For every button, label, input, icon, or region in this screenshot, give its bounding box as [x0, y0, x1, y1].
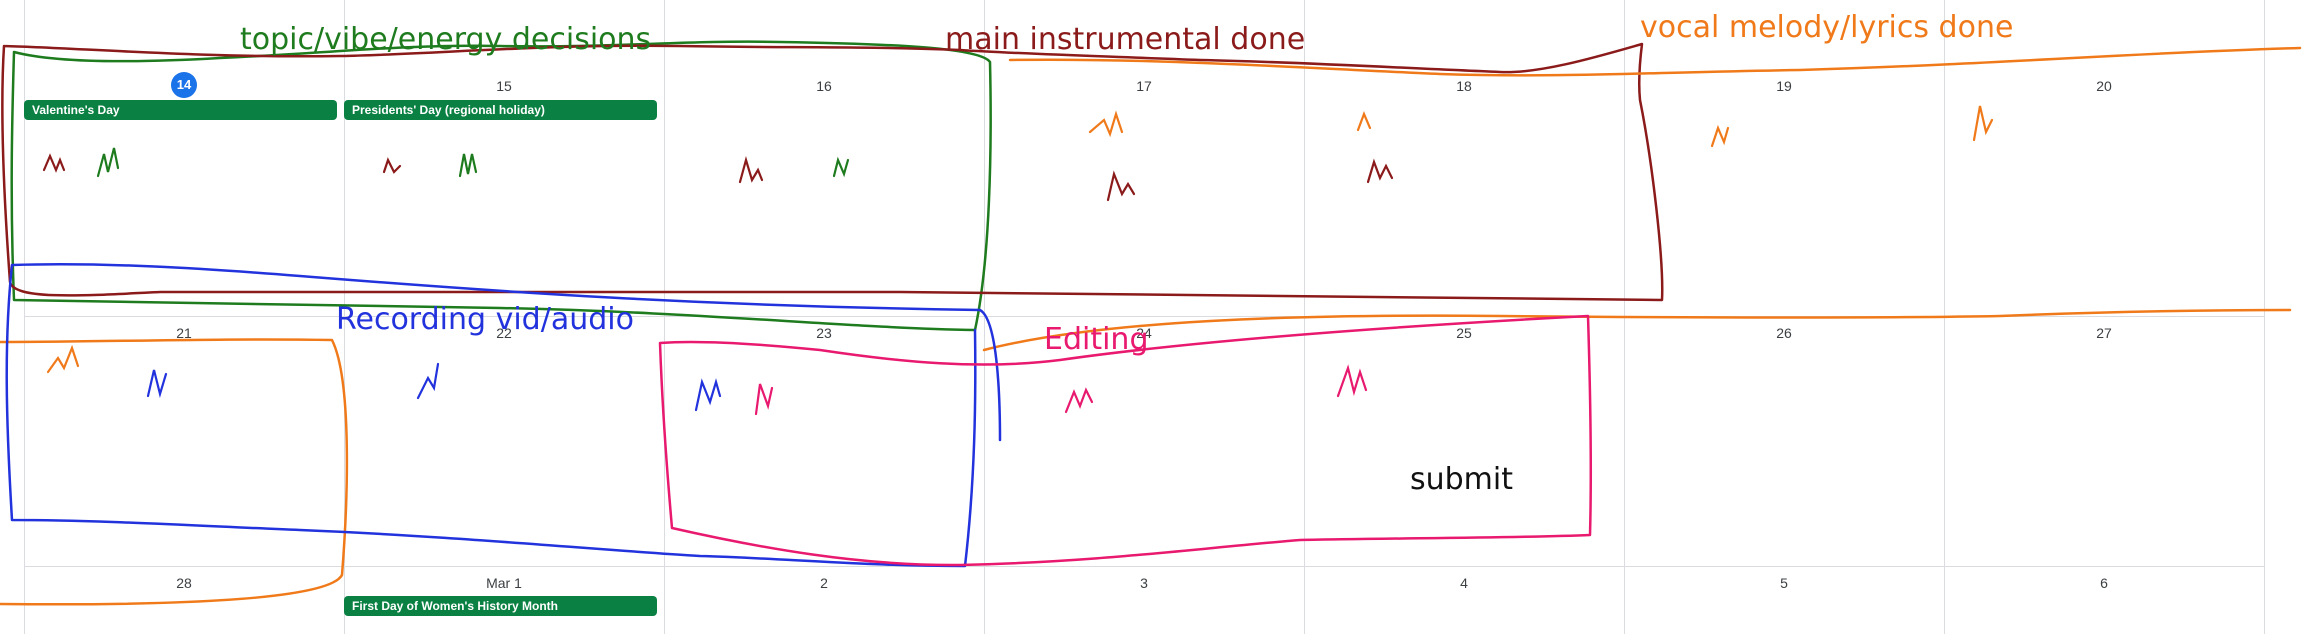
column-divider [664, 0, 665, 634]
day-number[interactable]: 6 [1944, 574, 2264, 592]
annotation-recording: Recording vid/audio [336, 302, 634, 337]
day-number[interactable]: 3 [984, 574, 1304, 592]
annotation-vocal: vocal melody/lyrics done [1640, 10, 2014, 45]
week-divider [24, 566, 2264, 567]
event-presidents-day[interactable]: Presidents' Day (regional holiday) [344, 100, 657, 120]
column-divider [984, 0, 985, 634]
day-number[interactable]: 27 [1944, 324, 2264, 342]
day-number[interactable]: 15 [344, 77, 664, 95]
column-divider [1944, 0, 1945, 634]
day-number[interactable]: 4 [1304, 574, 1624, 592]
day-number[interactable]: 23 [664, 324, 984, 342]
today-badge[interactable]: 14 [171, 72, 197, 98]
day-number[interactable]: 19 [1624, 77, 1944, 95]
day-number[interactable]: 21 [24, 324, 344, 342]
column-divider [1304, 0, 1305, 634]
day-number[interactable]: Mar 1 [344, 574, 664, 592]
day-number[interactable]: 16 [664, 77, 984, 95]
annotation-instrumental: main instrumental done [945, 22, 1306, 57]
day-number[interactable]: 20 [1944, 77, 2264, 95]
day-number[interactable]: 2 [664, 574, 984, 592]
annotation-editing: Editing [1044, 322, 1149, 357]
day-number[interactable]: 28 [24, 574, 344, 592]
column-divider [24, 0, 25, 634]
column-divider [1624, 0, 1625, 634]
day-number[interactable]: 5 [1624, 574, 1944, 592]
column-divider [2264, 0, 2265, 634]
annotation-submit: submit [1410, 462, 1514, 497]
day-number[interactable]: 17 [984, 77, 1304, 95]
event-womens-history-month[interactable]: First Day of Women's History Month [344, 596, 657, 616]
annotation-topic: topic/vibe/energy decisions [240, 22, 652, 57]
day-number[interactable]: 26 [1624, 324, 1944, 342]
event-valentines-day[interactable]: Valentine's Day [24, 100, 337, 120]
day-number[interactable]: 25 [1304, 324, 1624, 342]
day-number[interactable]: 18 [1304, 77, 1624, 95]
